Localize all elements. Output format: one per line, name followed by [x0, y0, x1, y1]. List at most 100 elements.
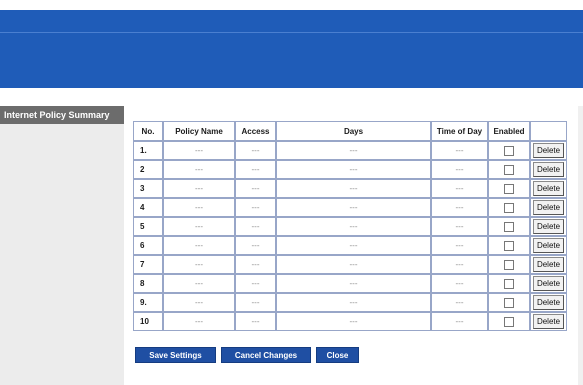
days-cell-value: ---	[349, 260, 358, 269]
row-number: 4	[133, 198, 163, 217]
table-row: 4 --- --- --- --- Delete	[133, 198, 567, 217]
policy-name-cell-value: ---	[195, 241, 203, 250]
time-of-day-cell-value: ---	[455, 317, 464, 326]
top-margin	[0, 0, 583, 10]
time-of-day-cell-value: ---	[455, 203, 464, 212]
access-cell-value: ---	[251, 298, 260, 307]
enabled-checkbox[interactable]	[504, 164, 514, 175]
delete-button[interactable]: Delete	[532, 143, 565, 158]
access-cell-value: ---	[251, 241, 260, 250]
table-header-row: No. Policy Name Access Days Time of Day …	[133, 121, 567, 141]
access-cell: ---	[235, 274, 276, 293]
enabled-checkbox[interactable]	[504, 145, 514, 156]
days-cell-value: ---	[349, 146, 358, 155]
access-cell-value: ---	[251, 203, 260, 212]
days-cell: ---	[276, 255, 431, 274]
enabled-cell	[488, 160, 530, 179]
time-of-day-cell: ---	[431, 312, 488, 331]
days-cell: ---	[276, 198, 431, 217]
delete-button[interactable]: Delete	[532, 314, 565, 329]
header-time-of-day: Time of Day	[431, 121, 488, 141]
enabled-checkbox[interactable]	[504, 183, 514, 194]
banner-divider	[0, 32, 583, 33]
policy-name-cell-value: ---	[195, 260, 203, 269]
enabled-cell	[488, 236, 530, 255]
enabled-checkbox[interactable]	[504, 221, 514, 232]
days-cell-value: ---	[349, 184, 358, 193]
days-cell: ---	[276, 141, 431, 160]
delete-button[interactable]: Delete	[532, 162, 565, 177]
policy-name-cell-value: ---	[195, 146, 203, 155]
days-cell: ---	[276, 160, 431, 179]
time-of-day-cell: ---	[431, 274, 488, 293]
time-of-day-cell: ---	[431, 198, 488, 217]
table-row: 3 --- --- --- --- Delete	[133, 179, 567, 198]
delete-button[interactable]: Delete	[532, 257, 565, 272]
days-cell-value: ---	[349, 165, 358, 174]
row-number: 1.	[133, 141, 163, 160]
delete-cell: Delete	[530, 198, 567, 217]
policy-name-cell-value: ---	[195, 317, 203, 326]
delete-button[interactable]: Delete	[532, 238, 565, 253]
save-settings-button[interactable]: Save Settings	[135, 347, 216, 363]
row-number: 7	[133, 255, 163, 274]
days-cell: ---	[276, 274, 431, 293]
policy-name-cell-value: ---	[195, 165, 203, 174]
policy-name-cell: ---	[163, 236, 235, 255]
enabled-checkbox[interactable]	[504, 259, 514, 270]
enabled-cell	[488, 274, 530, 293]
time-of-day-cell: ---	[431, 160, 488, 179]
access-cell: ---	[235, 160, 276, 179]
time-of-day-cell: ---	[431, 179, 488, 198]
enabled-cell	[488, 198, 530, 217]
enabled-checkbox[interactable]	[504, 278, 514, 289]
access-cell-value: ---	[251, 317, 260, 326]
days-cell: ---	[276, 236, 431, 255]
delete-button[interactable]: Delete	[532, 200, 565, 215]
days-cell: ---	[276, 312, 431, 331]
access-cell: ---	[235, 255, 276, 274]
days-cell: ---	[276, 293, 431, 312]
table-row: 5 --- --- --- --- Delete	[133, 217, 567, 236]
time-of-day-cell-value: ---	[455, 165, 464, 174]
table-body: 1. --- --- --- --- Delete 2 --- --- --- --- Delete 3…	[133, 141, 567, 331]
delete-cell: Delete	[530, 179, 567, 198]
enabled-checkbox[interactable]	[504, 297, 514, 308]
time-of-day-cell: ---	[431, 141, 488, 160]
policy-name-cell-value: ---	[195, 279, 203, 288]
right-edge	[578, 106, 583, 385]
cancel-changes-button[interactable]: Cancel Changes	[221, 347, 311, 363]
header-days: Days	[276, 121, 431, 141]
delete-button[interactable]: Delete	[532, 276, 565, 291]
days-cell-value: ---	[349, 298, 358, 307]
access-cell-value: ---	[251, 146, 260, 155]
policy-name-cell: ---	[163, 255, 235, 274]
enabled-checkbox[interactable]	[504, 240, 514, 251]
policy-name-cell-value: ---	[195, 222, 203, 231]
policy-name-cell: ---	[163, 179, 235, 198]
days-cell: ---	[276, 217, 431, 236]
close-button[interactable]: Close	[316, 347, 359, 363]
days-cell: ---	[276, 179, 431, 198]
access-cell-value: ---	[251, 184, 260, 193]
access-cell: ---	[235, 293, 276, 312]
delete-button[interactable]: Delete	[532, 181, 565, 196]
footer-buttons: Save Settings Cancel Changes Close	[135, 347, 359, 363]
row-number: 9.	[133, 293, 163, 312]
time-of-day-cell-value: ---	[455, 184, 464, 193]
policy-name-cell-value: ---	[195, 203, 203, 212]
delete-cell: Delete	[530, 160, 567, 179]
header-policy-name: Policy Name	[163, 121, 235, 141]
header-enabled: Enabled	[488, 121, 530, 141]
enabled-checkbox[interactable]	[504, 316, 514, 327]
row-number: 2	[133, 160, 163, 179]
table-row: 1. --- --- --- --- Delete	[133, 141, 567, 160]
enabled-cell	[488, 312, 530, 331]
enabled-checkbox[interactable]	[504, 202, 514, 213]
table-row: 2 --- --- --- --- Delete	[133, 160, 567, 179]
sidebar	[0, 106, 124, 385]
time-of-day-cell-value: ---	[455, 222, 464, 231]
delete-button[interactable]: Delete	[532, 295, 565, 310]
delete-button[interactable]: Delete	[532, 219, 565, 234]
policy-name-cell: ---	[163, 312, 235, 331]
